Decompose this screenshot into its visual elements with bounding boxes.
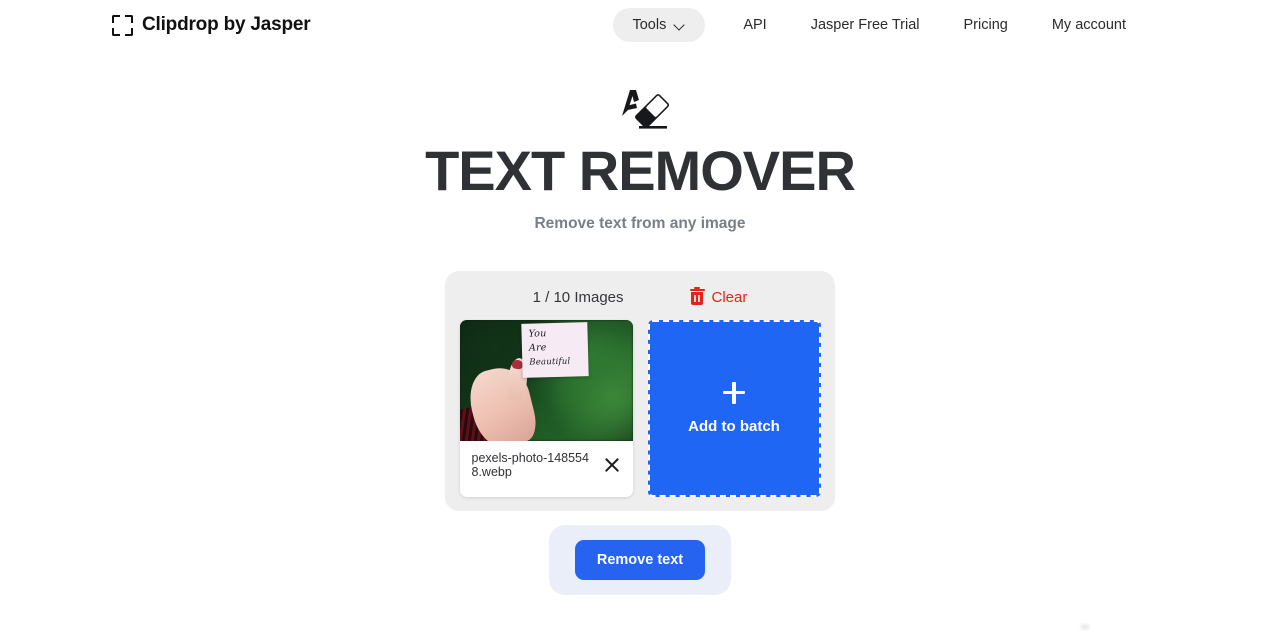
thumbnail-meta: pexels-photo-1485548.webp (460, 441, 633, 491)
page-subtitle: Remove text from any image (534, 214, 746, 232)
close-x-icon[interactable] (601, 454, 623, 476)
nav-link-pricing[interactable]: Pricing (942, 8, 1030, 42)
add-to-batch-label: Add to batch (688, 417, 780, 435)
plus-icon (723, 381, 745, 404)
chevron-down-icon (675, 20, 686, 31)
nav-link-jasper-free-trial[interactable]: Jasper Free Trial (789, 8, 942, 42)
uploader-panel: 1 / 10 Images Clear You Are Beautiful pe… (445, 270, 835, 511)
nav-link-api[interactable]: API (721, 8, 788, 42)
page-corner-artifact (1078, 622, 1092, 632)
nav-tools-dropdown[interactable]: Tools (613, 8, 706, 42)
thumbnail-card[interactable]: You Are Beautiful pexels-photo-1485548.w… (459, 319, 633, 497)
brand-logo[interactable]: Clipdrop by Jasper (112, 14, 311, 36)
action-shell: Remove text (548, 524, 732, 595)
note-line-2: Are (528, 341, 547, 354)
brand-name-primary: Clipdrop (142, 14, 219, 35)
thumbnail-filename: pexels-photo-1485548.webp (471, 450, 589, 479)
uploader-section: 1 / 10 Images Clear You Are Beautiful pe… (0, 270, 1280, 511)
text-eraser-icon (622, 90, 670, 129)
brand-name-secondary: by Jasper (218, 14, 311, 35)
crop-frame-icon (112, 14, 133, 36)
page-title: TEXT REMOVER (425, 139, 856, 202)
image-count-label: 1 / 10 Images (532, 288, 624, 306)
action-section: Remove text (0, 524, 1280, 595)
brand-name: Clipdrop by Jasper (142, 14, 311, 36)
add-to-batch-button[interactable]: Add to batch (647, 319, 821, 497)
note-line-1: You (527, 327, 547, 340)
site-header: Clipdrop by Jasper Tools API Jasper Free… (0, 0, 1280, 50)
nav-link-my-account[interactable]: My account (1030, 8, 1148, 42)
remove-text-button[interactable]: Remove text (574, 539, 706, 580)
main-nav: Tools API Jasper Free Trial Pricing My a… (613, 8, 1148, 42)
thumbnail-preview-image: You Are Beautiful (459, 319, 633, 441)
sticky-note-graphic: You Are Beautiful (520, 321, 589, 378)
clear-button-label: Clear (711, 288, 748, 306)
thumbnail-grid: You Are Beautiful pexels-photo-1485548.w… (459, 319, 821, 497)
hero-section: TEXT REMOVER Remove text from any image (0, 82, 1280, 233)
uploader-header: 1 / 10 Images Clear (459, 286, 821, 306)
clear-button[interactable]: Clear (689, 286, 748, 306)
nav-tools-label: Tools (632, 17, 667, 33)
trash-icon (689, 286, 705, 306)
note-line-3: Beautiful (528, 356, 571, 368)
